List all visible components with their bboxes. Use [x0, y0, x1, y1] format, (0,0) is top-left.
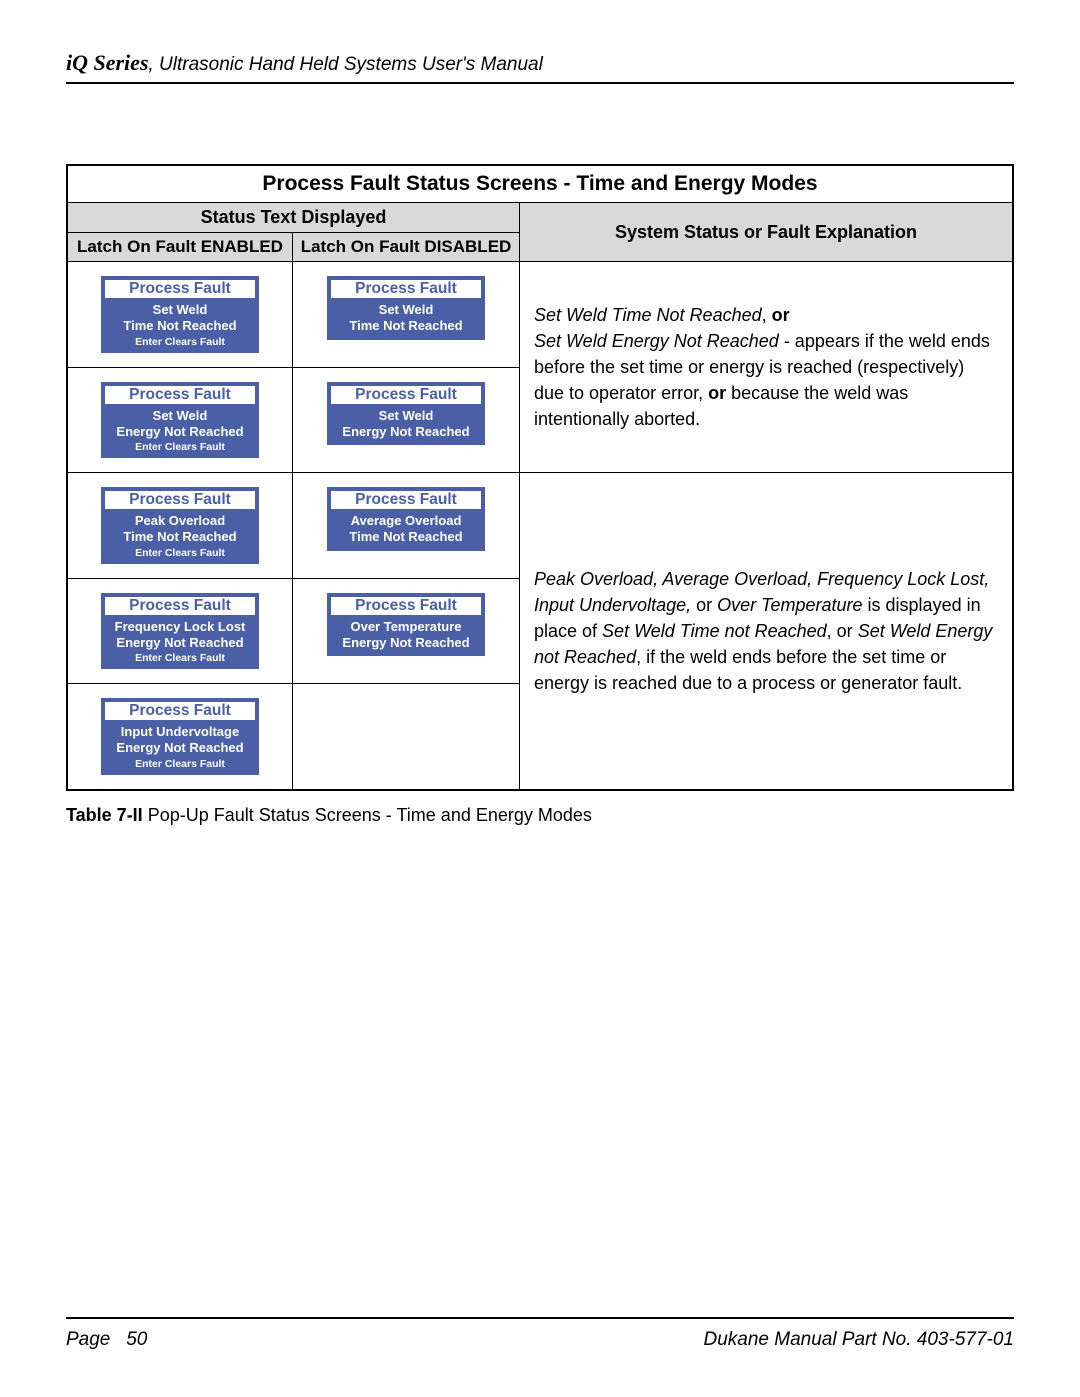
popup-line: Energy Not Reached [101, 635, 259, 651]
page-number: 50 [126, 1329, 147, 1350]
popup-clear: Enter Clears Fault [101, 758, 259, 770]
popup-set-weld-time-disabled: Process Fault Set Weld Time Not Reached [327, 276, 485, 340]
cell-enabled-2a: Process Fault Peak Overload Time Not Rea… [67, 473, 293, 579]
popup-avg-overload-disabled: Process Fault Average Overload Time Not … [327, 487, 485, 551]
explain-text: , [762, 305, 772, 325]
explain-text: Set Weld Energy Not Reached [534, 331, 779, 351]
cell-enabled-1a: Process Fault Set Weld Time Not Reached … [67, 262, 293, 368]
explain-text: Over Temperature [717, 595, 862, 615]
popup-set-weld-energy-disabled: Process Fault Set Weld Energy Not Reache… [327, 382, 485, 446]
popup-set-weld-energy-enabled: Process Fault Set Weld Energy Not Reache… [101, 382, 259, 459]
popup-title: Process Fault [104, 596, 256, 616]
col-latch-disabled: Latch On Fault DISABLED [293, 233, 520, 262]
explain-bold: or [772, 305, 790, 325]
cell-enabled-2b: Process Fault Frequency Lock Lost Energy… [67, 578, 293, 684]
fault-status-table: Process Fault Status Screens - Time and … [66, 164, 1014, 791]
popup-title: Process Fault [104, 385, 256, 405]
table-title: Process Fault Status Screens - Time and … [67, 165, 1013, 203]
footer-right: Dukane Manual Part No. 403-577-01 [703, 1329, 1014, 1351]
popup-peak-overload-enabled: Process Fault Peak Overload Time Not Rea… [101, 487, 259, 564]
table-caption: Table 7-II Pop-Up Fault Status Screens -… [66, 805, 1014, 826]
popup-line: Energy Not Reached [327, 635, 485, 651]
cell-disabled-1b: Process Fault Set Weld Energy Not Reache… [293, 367, 520, 473]
cell-disabled-2a: Process Fault Average Overload Time Not … [293, 473, 520, 579]
popup-line: Energy Not Reached [101, 424, 259, 440]
series-name: iQ Series [66, 50, 149, 75]
popup-line: Energy Not Reached [327, 424, 485, 440]
popup-input-undervoltage-enabled: Process Fault Input Undervoltage Energy … [101, 698, 259, 775]
explain-text: or [691, 595, 717, 615]
cell-enabled-1b: Process Fault Set Weld Energy Not Reache… [67, 367, 293, 473]
popup-line: Average Overload [327, 513, 485, 529]
popup-title: Process Fault [104, 490, 256, 510]
popup-line: Set Weld [327, 302, 485, 318]
popup-line: Time Not Reached [327, 529, 485, 545]
explain-text: Set Weld Time not Reached [602, 621, 827, 641]
col-latch-enabled: Latch On Fault ENABLED [67, 233, 293, 262]
popup-over-temp-disabled: Process Fault Over Temperature Energy No… [327, 593, 485, 657]
running-header: iQ Series, Ultrasonic Hand Held Systems … [66, 50, 1014, 84]
caption-label: Table 7-II [66, 805, 143, 825]
explain-text: Set Weld Time Not Reached [534, 305, 762, 325]
popup-clear: Enter Clears Fault [101, 652, 259, 664]
popup-line: Set Weld [101, 302, 259, 318]
popup-set-weld-time-enabled: Process Fault Set Weld Time Not Reached … [101, 276, 259, 353]
popup-clear: Enter Clears Fault [101, 441, 259, 453]
footer-left: Page 50 [66, 1329, 147, 1351]
cell-disabled-2b: Process Fault Over Temperature Energy No… [293, 578, 520, 684]
cell-disabled-2c-empty [293, 684, 520, 790]
popup-line: Time Not Reached [101, 529, 259, 545]
explain-text: , or [827, 621, 858, 641]
page-footer: Page 50 Dukane Manual Part No. 403-577-0… [66, 1317, 1014, 1351]
popup-title: Process Fault [330, 490, 482, 510]
explanation-header: System Status or Fault Explanation [520, 203, 1014, 262]
caption-text: Pop-Up Fault Status Screens - Time and E… [143, 805, 592, 825]
popup-clear: Enter Clears Fault [101, 336, 259, 348]
popup-line: Set Weld [327, 408, 485, 424]
popup-line: Time Not Reached [327, 318, 485, 334]
popup-line: Time Not Reached [101, 318, 259, 334]
page-label: Page [66, 1329, 110, 1350]
explain-bold: or [708, 383, 726, 403]
popup-title: Process Fault [330, 596, 482, 616]
popup-line: Input Undervoltage [101, 724, 259, 740]
popup-line: Set Weld [101, 408, 259, 424]
explanation-cell-1: Set Weld Time Not Reached, or Set Weld E… [520, 262, 1014, 473]
cell-disabled-1a: Process Fault Set Weld Time Not Reached [293, 262, 520, 368]
cell-enabled-2c: Process Fault Input Undervoltage Energy … [67, 684, 293, 790]
popup-line: Peak Overload [101, 513, 259, 529]
popup-title: Process Fault [330, 279, 482, 299]
popup-freq-lock-enabled: Process Fault Frequency Lock Lost Energy… [101, 593, 259, 670]
popup-title: Process Fault [104, 701, 256, 721]
popup-title: Process Fault [104, 279, 256, 299]
popup-line: Frequency Lock Lost [101, 619, 259, 635]
explanation-cell-2: Peak Overload, Average Overload, Frequen… [520, 473, 1014, 790]
status-text-header: Status Text Displayed [67, 203, 520, 233]
popup-line: Energy Not Reached [101, 740, 259, 756]
popup-line: Over Temperature [327, 619, 485, 635]
popup-clear: Enter Clears Fault [101, 547, 259, 559]
popup-title: Process Fault [330, 385, 482, 405]
manual-title: , Ultrasonic Hand Held Systems User's Ma… [149, 54, 543, 75]
